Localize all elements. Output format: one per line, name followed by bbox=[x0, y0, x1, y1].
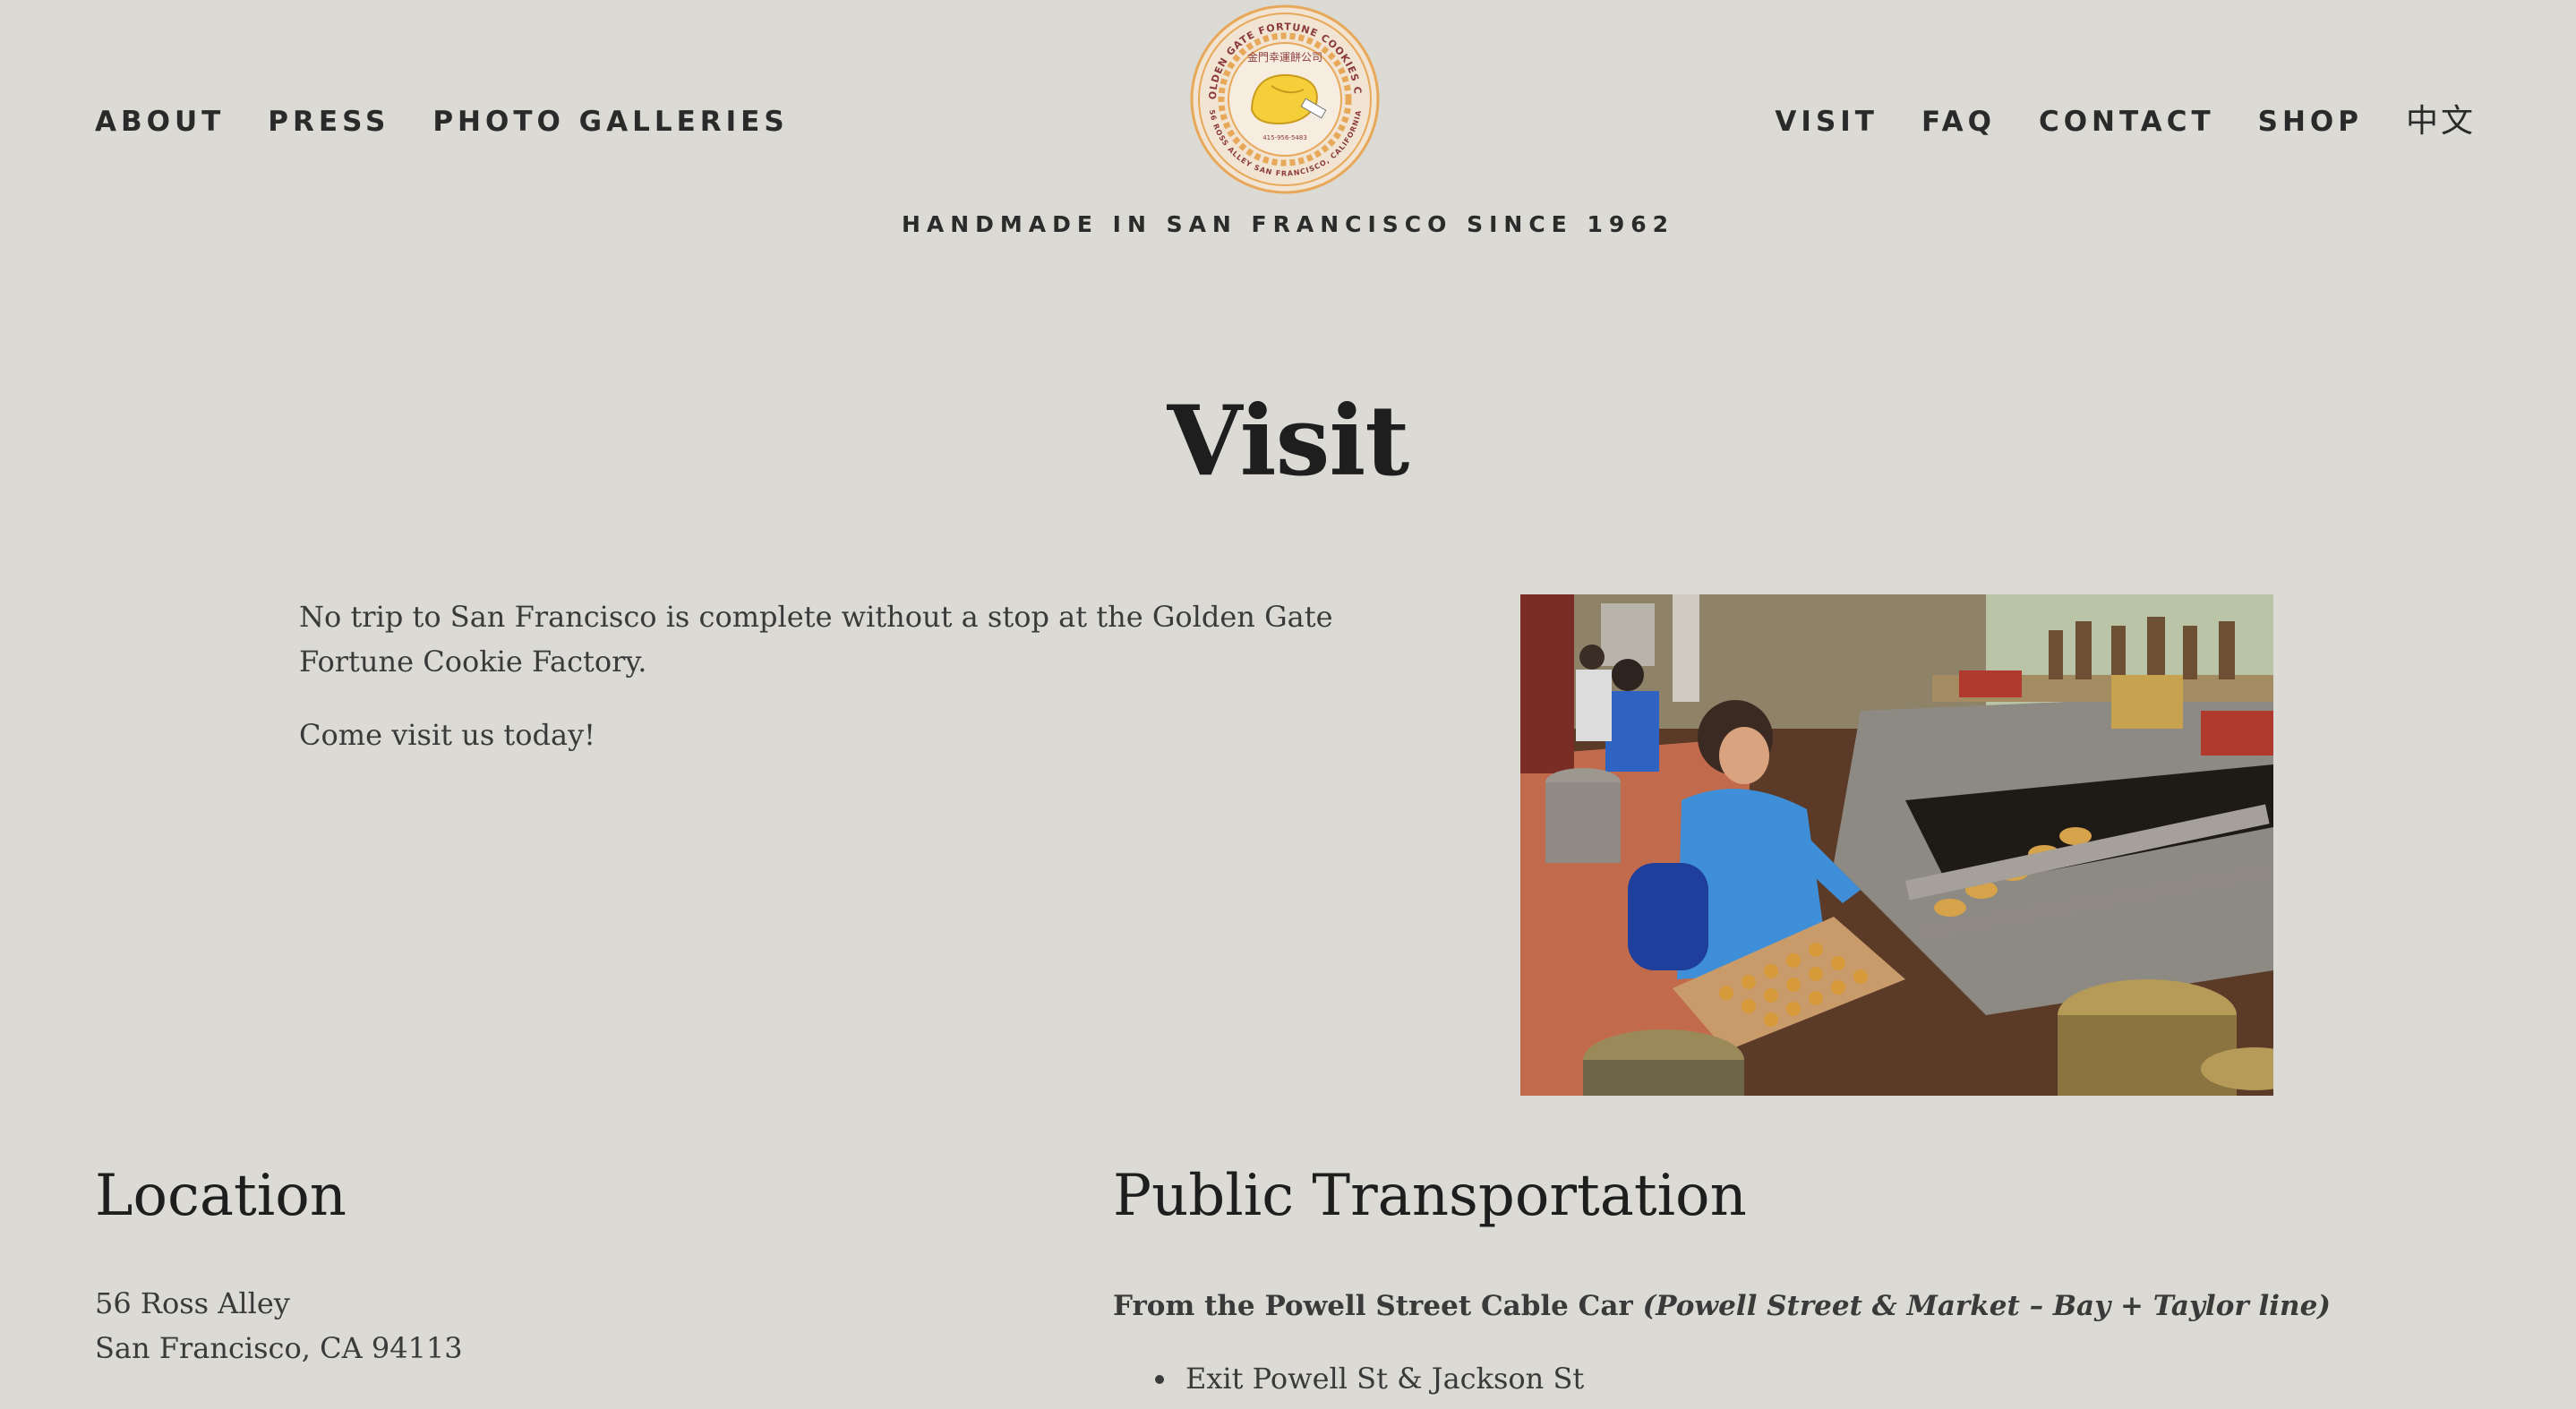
address-city: San Francisco, CA 94113 bbox=[95, 1331, 463, 1365]
cable-car-line-name: (Powell Street & Market – Bay + Taylor l… bbox=[1642, 1290, 2331, 1322]
nav-shop-link[interactable]: SHOP bbox=[2258, 102, 2363, 141]
nav-visit-link[interactable]: VISIT bbox=[1775, 102, 1879, 141]
logo-chinese-text: 金門幸運餅公司 bbox=[1247, 50, 1322, 64]
cable-car-route-heading: From the Powell Street Cable Car (Powell… bbox=[1113, 1284, 2331, 1328]
nav-faq-link[interactable]: FAQ bbox=[1921, 102, 1996, 141]
nav-chinese-language-link[interactable]: 中文 bbox=[2406, 102, 2476, 141]
site-tagline: HANDMADE IN SAN FRANCISCO SINCE 1962 bbox=[901, 211, 1675, 237]
nav-photo-galleries-link[interactable]: PHOTO GALLERIES bbox=[432, 102, 788, 141]
primary-nav-left: ABOUT PRESS PHOTO GALLERIES bbox=[95, 102, 789, 141]
page-title: Visit bbox=[1167, 385, 1410, 498]
address-street: 56 Ross Alley bbox=[95, 1286, 290, 1320]
public-transportation-heading: Public Transportation bbox=[1113, 1163, 1747, 1229]
intro-paragraph: Come visit us today! bbox=[299, 718, 596, 752]
fortune-cookie-seal-logo: GOLDEN GATE FORTUNE COOKIES CO. 56 ROSS … bbox=[1185, 0, 1380, 194]
nav-about-link[interactable]: ABOUT bbox=[95, 102, 225, 141]
transit-step-text: Exit Powell St & Jackson St bbox=[1185, 1362, 1585, 1396]
factory-photo-illustration bbox=[1520, 594, 2273, 1096]
transit-steps-list: Exit Powell St & Jackson St bbox=[1113, 1356, 1584, 1401]
nav-contact-link[interactable]: CONTACT bbox=[2039, 102, 2215, 141]
list-item: Exit Powell St & Jackson St bbox=[1113, 1356, 1584, 1401]
logo-phone-text: 415-956-5483 bbox=[1262, 134, 1307, 141]
fortune-cookie-factory-photo bbox=[1520, 594, 2273, 1096]
site-logo[interactable]: GOLDEN GATE FORTUNE COOKIES CO. 56 ROSS … bbox=[1185, 0, 1382, 196]
cable-car-route-label: From the Powell Street Cable Car bbox=[1113, 1290, 1643, 1322]
bullet-icon bbox=[1155, 1375, 1164, 1384]
nav-press-link[interactable]: PRESS bbox=[268, 102, 389, 141]
location-address: 56 Ross Alley San Francisco, CA 94113 bbox=[95, 1281, 463, 1371]
intro-text: No trip to San Francisco is complete wit… bbox=[299, 594, 1436, 786]
location-heading: Location bbox=[95, 1163, 347, 1229]
intro-paragraph: No trip to San Francisco is complete wit… bbox=[299, 600, 1333, 679]
primary-nav-right: VISIT FAQ CONTACT SHOP 中文 bbox=[1775, 102, 2476, 141]
